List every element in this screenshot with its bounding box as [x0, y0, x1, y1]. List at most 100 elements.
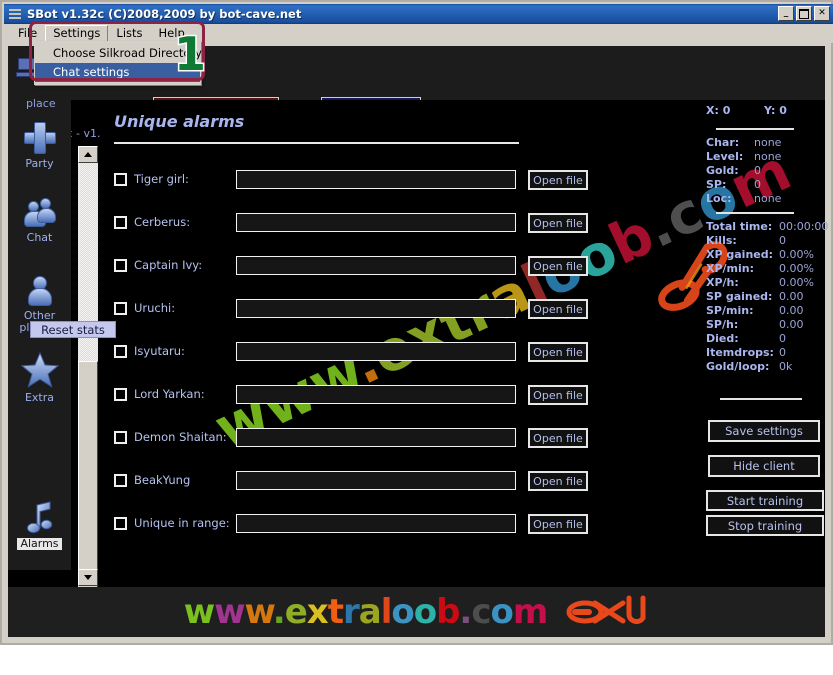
stat-key: XP gained:	[706, 248, 774, 261]
window-title: SBot v1.32c (C)2008,2009 by bot-cave.net	[27, 7, 302, 21]
minimize-icon: _	[783, 8, 789, 18]
alarm-file-input[interactable]	[236, 256, 516, 275]
unique-alarms-panel: Unique alarms www.extraloob.com	[100, 100, 801, 587]
alarm-label: Lord Yarkan:	[134, 387, 205, 401]
menu-settings[interactable]: Settings	[45, 24, 109, 43]
sidebar-item-label: Chat	[26, 231, 53, 244]
page-title: Unique alarms	[114, 112, 245, 131]
coord-y: Y: 0	[764, 104, 787, 117]
title-divider	[114, 142, 519, 144]
footer-text: www.extraloob.com	[183, 592, 549, 632]
alarm-checkbox[interactable]	[114, 216, 127, 229]
reset-stats-button[interactable]: Reset stats	[30, 321, 116, 338]
close-icon: ✕	[818, 8, 826, 18]
alarm-checkbox[interactable]	[114, 431, 127, 444]
stat-row: XP gained: 0.00%	[706, 248, 826, 263]
window-controls: _ ✕	[778, 6, 830, 21]
stat-key: SP/min:	[706, 304, 754, 317]
sidebar-item-chat[interactable]: Chat	[8, 198, 71, 244]
alarm-file-input[interactable]	[236, 170, 516, 189]
alarm-row-demon-shaitan: Demon Shaitan: Open file	[114, 428, 684, 450]
stat-key: Loc:	[706, 192, 732, 205]
music-note-icon	[25, 500, 55, 534]
alarm-checkbox[interactable]	[114, 388, 127, 401]
alarm-checkbox[interactable]	[114, 345, 127, 358]
sidebar-item-alarms[interactable]: Alarms	[8, 500, 71, 550]
client-area: HP 0/0 MP 0/0 XP 0.00 Public - v1.32c Bo…	[8, 46, 829, 637]
alarm-file-input[interactable]	[236, 299, 516, 318]
stat-value: 0.00	[779, 290, 804, 303]
alarm-label: Unique in range:	[134, 516, 230, 530]
alarm-row-lord-yarkan: Lord Yarkan: Open file	[114, 385, 684, 407]
chevron-up-icon	[84, 152, 92, 157]
minimize-button[interactable]: _	[778, 6, 794, 21]
sidebar-item-extra[interactable]: Extra	[8, 351, 71, 404]
stat-value: 0	[779, 234, 786, 247]
coord-x: X: 0	[706, 104, 731, 117]
maximize-button[interactable]	[796, 6, 812, 21]
alarm-row-captain-ivy: Captain Ivy: Open file	[114, 256, 684, 278]
alarm-checkbox[interactable]	[114, 517, 127, 530]
menu-file[interactable]: File	[10, 25, 45, 42]
scroll-up-button[interactable]	[78, 146, 98, 163]
start-training-button[interactable]: Start training	[706, 490, 824, 511]
divider	[716, 212, 794, 214]
alarm-checkbox[interactable]	[114, 302, 127, 315]
hide-client-button[interactable]: Hide client	[708, 455, 820, 477]
scrollbar-thumb[interactable]	[78, 361, 98, 601]
alarm-checkbox[interactable]	[114, 259, 127, 272]
two-people-icon	[22, 198, 58, 228]
open-file-button[interactable]: Open file	[528, 514, 588, 534]
alarm-file-input[interactable]	[236, 342, 516, 361]
alarm-file-input[interactable]	[236, 471, 516, 490]
stat-row: SP/h: 0.00	[706, 318, 826, 333]
alarm-label: Captain Ivy:	[134, 258, 203, 272]
stat-key: Total time:	[706, 220, 773, 233]
stat-value: 0k	[779, 360, 793, 373]
maximize-icon	[797, 7, 811, 20]
panel-scrollbar[interactable]	[78, 146, 98, 601]
alarm-row-tiger-girl: Tiger girl: Open file	[114, 170, 684, 192]
alarm-row-cerberus: Cerberus: Open file	[114, 213, 684, 235]
alarm-label: Cerberus:	[134, 215, 191, 229]
stat-value: 0	[779, 332, 786, 345]
stat-row: Char: none	[706, 136, 826, 151]
open-file-button[interactable]: Open file	[528, 256, 588, 276]
sidebar-item-label: Alarms	[17, 538, 62, 550]
stat-row: XP/h: 0.00%	[706, 276, 826, 291]
save-settings-button[interactable]: Save settings	[708, 420, 820, 442]
alarm-file-input[interactable]	[236, 213, 516, 232]
alarm-row-unique-in-range: Unique in range: Open file	[114, 514, 684, 536]
stat-row: Loc: none	[706, 192, 826, 207]
alarm-file-input[interactable]	[236, 514, 516, 533]
sidebar-item-party[interactable]: Party	[8, 122, 71, 170]
open-file-button[interactable]: Open file	[528, 428, 588, 448]
alarm-checkbox[interactable]	[114, 173, 127, 186]
scroll-down-button[interactable]	[78, 569, 98, 586]
open-file-button[interactable]: Open file	[528, 471, 588, 491]
stat-value: 0	[754, 164, 761, 177]
stop-training-button[interactable]: Stop training	[706, 515, 824, 536]
open-file-button[interactable]: Open file	[528, 213, 588, 233]
scrollbar-track[interactable]	[78, 163, 98, 601]
stat-row: SP/min: 0.00	[706, 304, 826, 319]
alarm-file-input[interactable]	[236, 428, 516, 447]
close-button[interactable]: ✕	[814, 6, 830, 21]
stat-value: 0.00%	[779, 276, 814, 289]
stat-row: Died: 0	[706, 332, 826, 347]
alarm-file-input[interactable]	[236, 385, 516, 404]
stat-value: none	[754, 150, 782, 163]
menu-lists[interactable]: Lists	[108, 25, 150, 42]
open-file-button[interactable]: Open file	[528, 342, 588, 362]
stat-value: 00:00:00	[779, 220, 829, 233]
stat-row: XP/min: 0.00%	[706, 262, 826, 277]
open-file-button[interactable]: Open file	[528, 385, 588, 405]
open-file-button[interactable]: Open file	[528, 299, 588, 319]
alarm-checkbox[interactable]	[114, 474, 127, 487]
stat-key: Char:	[706, 136, 740, 149]
stat-row: Itemdrops: 0	[706, 346, 826, 361]
stat-row: SP: 0	[706, 178, 826, 193]
sidebar-item-label: Party	[25, 157, 54, 170]
stat-row: Kills: 0	[706, 234, 826, 249]
open-file-button[interactable]: Open file	[528, 170, 588, 190]
